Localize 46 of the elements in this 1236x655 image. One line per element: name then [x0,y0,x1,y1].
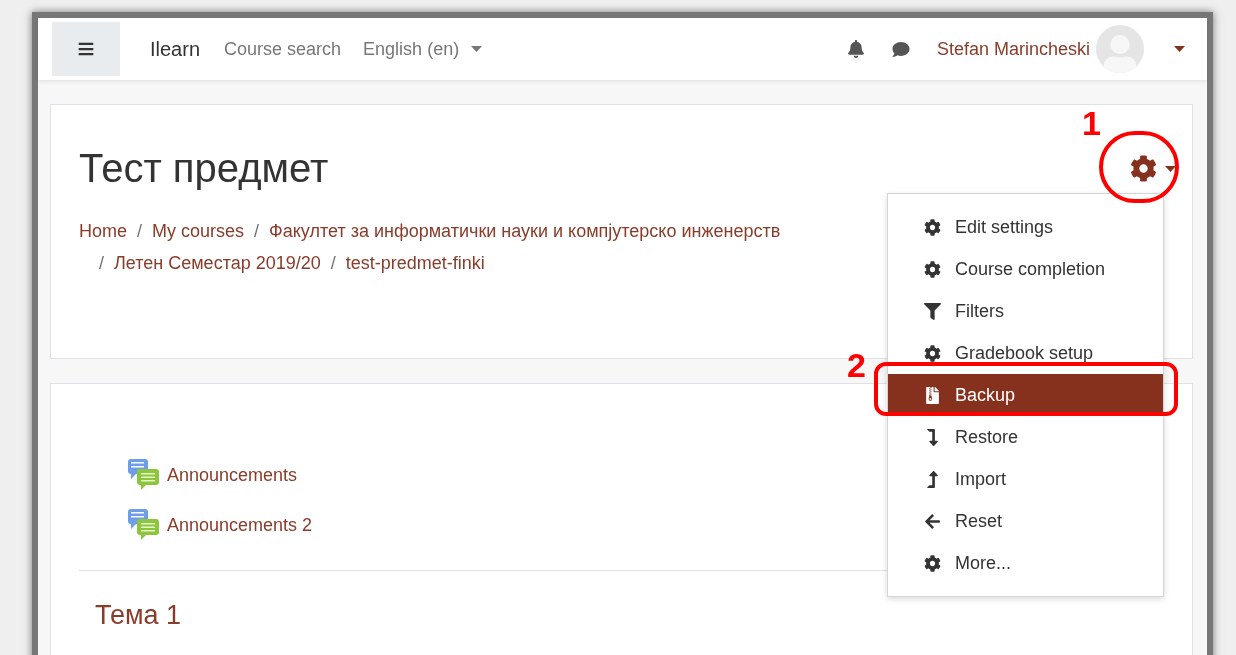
language-menu[interactable]: English (en) [363,35,483,63]
breadcrumb-separator: / [99,252,104,275]
archive-file-icon [924,386,941,404]
caret-icon [471,46,483,52]
breadcrumb-link[interactable]: Home [79,215,127,247]
section-title: Тема 1 [95,599,183,632]
caret-icon [1165,165,1176,172]
menu-item[interactable]: Edit settings [888,206,1163,248]
breadcrumb-link[interactable]: test-predmet-finki [345,247,485,279]
notifications-icon[interactable] [846,40,865,58]
activity-link[interactable]: Announcements 2 [167,511,313,539]
gear-icon [924,218,941,236]
messages-icon[interactable] [890,40,911,58]
activity-link[interactable]: Announcements [167,461,298,489]
breadcrumb-separator: / [330,252,336,275]
menu-item[interactable]: Course completion [888,248,1163,290]
gear-icon [1130,155,1157,182]
menu-item[interactable]: Restore [888,416,1163,458]
menu-item[interactable]: Filters [888,290,1163,332]
filter-icon [924,302,941,320]
breadcrumb-link[interactable]: Летен Семестар 2019/20 [114,247,321,279]
course-search-link[interactable]: Course search [224,35,342,63]
forum-icon [127,508,161,542]
gear-icon [924,554,941,572]
annotation-number: 1 [1082,106,1101,140]
gear-icon [924,344,941,362]
forum-icon [127,458,161,492]
menu-item[interactable]: More... [888,542,1163,584]
settings-menu-button[interactable] [1130,155,1176,182]
arrow-left-icon [924,512,941,530]
breadcrumb-separator: / [137,220,143,243]
user-menu-caret-icon [1174,46,1185,52]
breadcrumb-link[interactable]: Факултет за информатички науки и компјутерско инженерств [269,215,781,247]
gear-icon [924,260,941,278]
site-name[interactable]: Ilearn [150,34,201,64]
turn-arrow-icon [924,428,941,446]
breadcrumb-link[interactable]: My courses [152,215,245,247]
menu-item[interactable]: Gradebook setup [888,332,1163,374]
breadcrumb-separator: / [254,220,260,243]
menu-button[interactable]: ≡ [52,22,120,76]
annotation-number: 2 [847,348,866,382]
course-title: Тест предмет [79,145,329,192]
user-name[interactable]: Stefan Marincheski [936,35,1090,63]
upload-arrow-icon [924,470,941,488]
menu-item[interactable]: Import [888,458,1163,500]
menu-item[interactable]: Reset [888,500,1163,542]
